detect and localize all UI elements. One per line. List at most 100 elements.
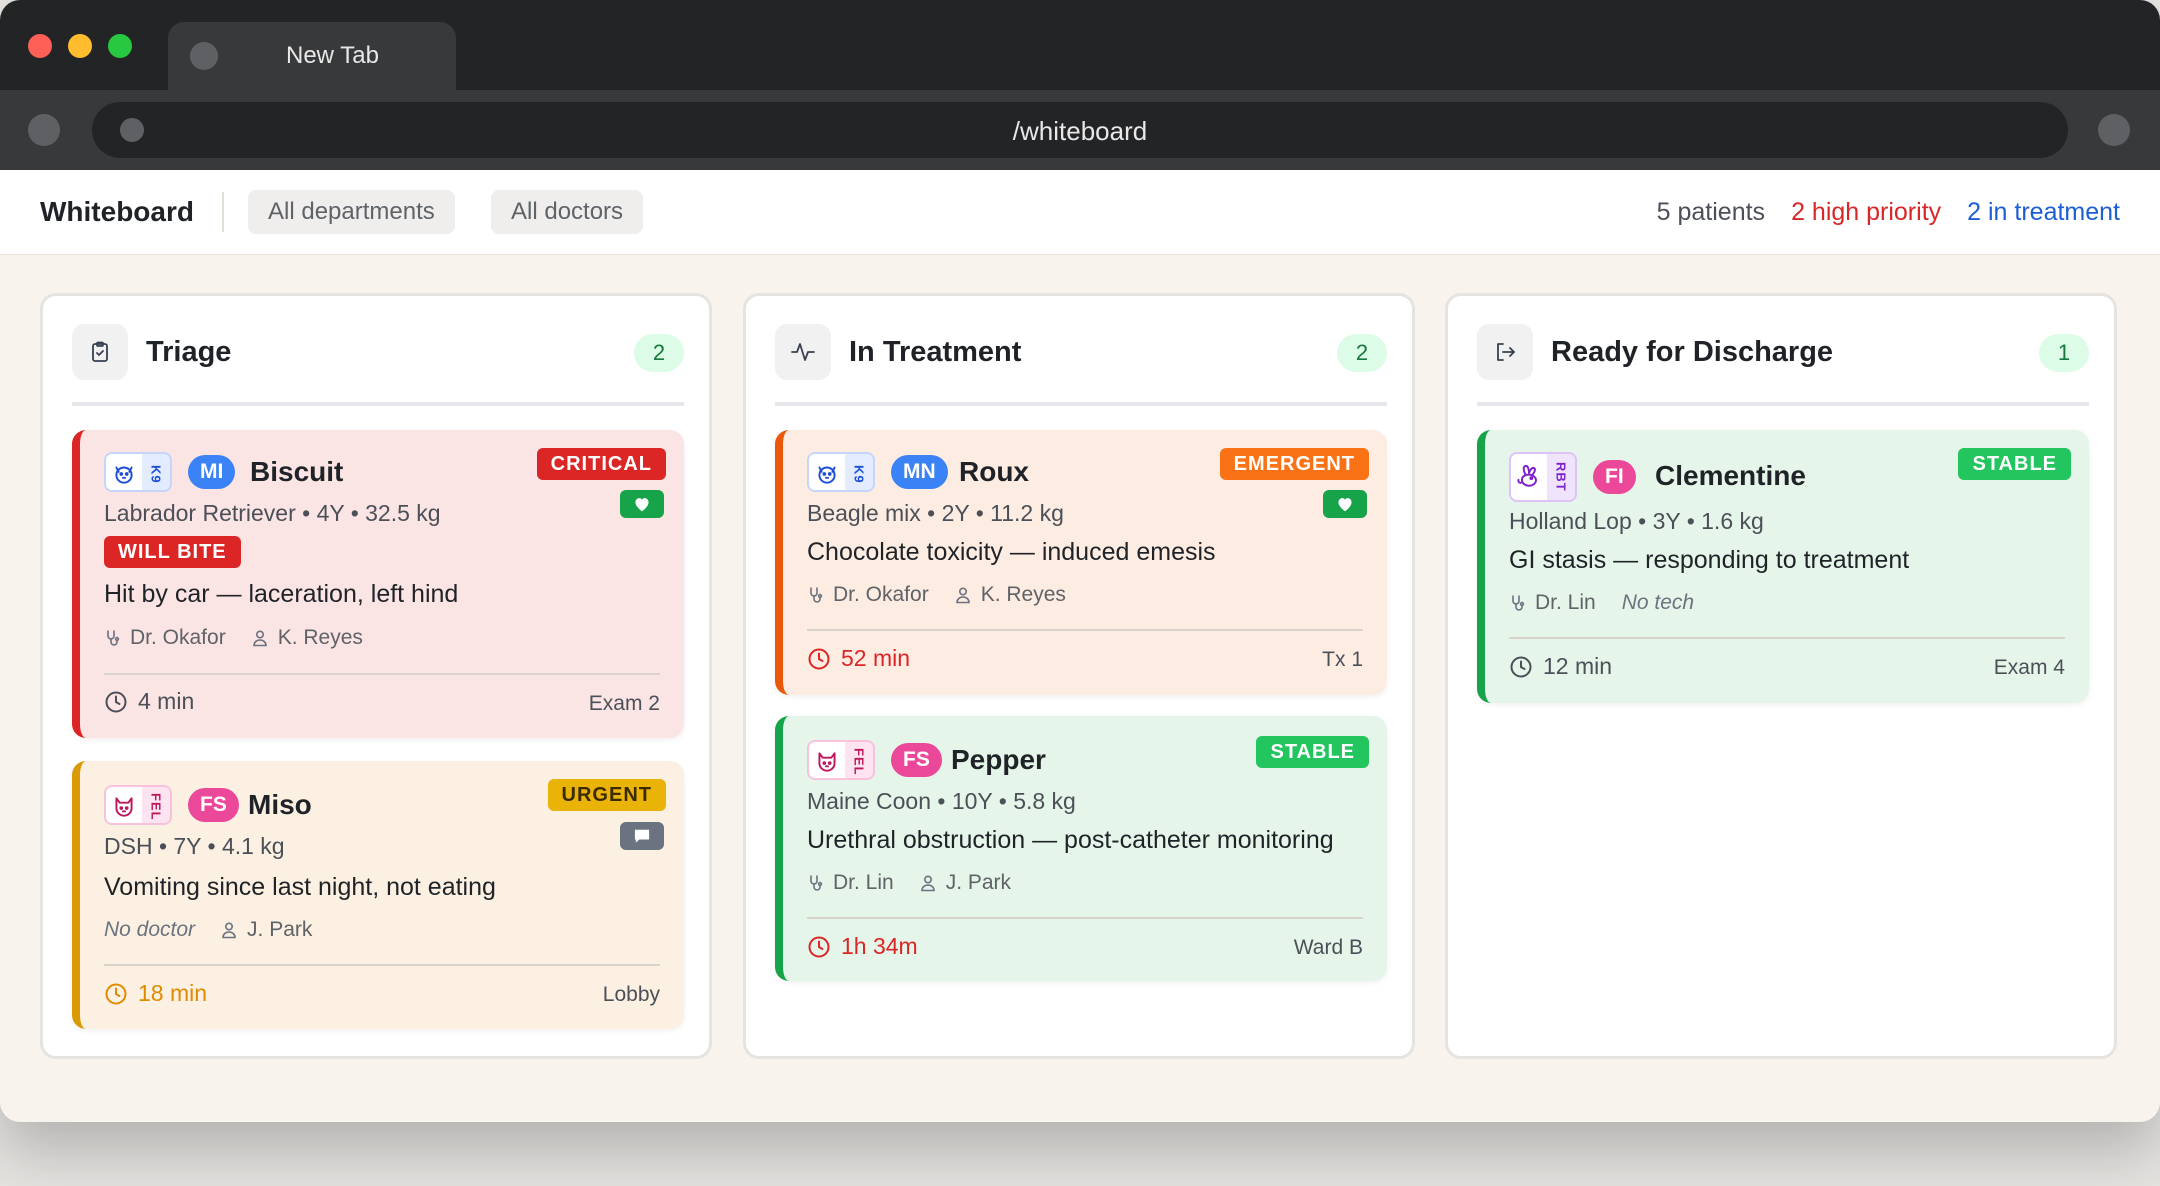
patient-details: Labrador Retriever • 4Y • 32.5 kg	[104, 500, 441, 526]
browser-window: New Tab /whiteboard Whiteboard All depar…	[0, 0, 2160, 1122]
tech-name[interactable]: J. Park	[946, 871, 1011, 895]
url-bar[interactable]: /whiteboard	[92, 102, 2068, 158]
maximize-window-button[interactable]	[108, 34, 132, 58]
patient-details: Maine Coon • 10Y • 5.8 kg	[807, 788, 1076, 814]
close-window-button[interactable]	[28, 34, 52, 58]
location-label: Lobby	[602, 983, 660, 1006]
person-icon	[920, 874, 938, 892]
dog-icon	[106, 454, 142, 490]
title-bar: New Tab	[0, 0, 2160, 92]
species-chip: K9	[104, 452, 172, 492]
tech-name[interactable]: K. Reyes	[981, 583, 1066, 607]
clock-icon	[104, 690, 128, 714]
patient-name[interactable]: Pepper	[951, 744, 1046, 776]
location-label: Ward B	[1293, 936, 1363, 959]
tech-name[interactable]: K. Reyes	[278, 626, 363, 650]
staff-row: Dr. Okafor K. Reyes	[807, 583, 1066, 607]
column-count-badge: 2	[634, 334, 684, 372]
patient-card-biscuit[interactable]: K9 MI Biscuit CRITICAL Labrador Retrieve…	[72, 430, 684, 738]
elapsed-time-value: 12 min	[1543, 653, 1613, 679]
column-in-treatment: In Treatment 2 K9 MN Roux EMERGENT Beagl…	[743, 293, 1415, 1059]
column-count-badge: 1	[2039, 334, 2089, 372]
card-divider	[104, 673, 660, 675]
presenting-complaint: Chocolate toxicity — induced emesis	[807, 538, 1216, 566]
elapsed-time-value: 52 min	[841, 645, 911, 671]
elapsed-time: 1h 34m	[807, 933, 918, 960]
clock-icon	[807, 647, 831, 671]
patient-name[interactable]: Roux	[959, 456, 1029, 488]
behavior-warning-tag: WILL BITE	[104, 536, 241, 568]
stethoscope-icon	[807, 586, 825, 604]
browser-menu-button[interactable]	[2098, 114, 2130, 146]
patient-count: 5 patients	[1656, 198, 1766, 226]
species-chip: RBT	[1509, 452, 1577, 502]
heart-icon[interactable]	[1323, 490, 1367, 518]
tab-favicon-icon	[190, 42, 218, 70]
elapsed-time: 4 min	[104, 688, 194, 715]
column-header: Ready for Discharge 1	[1477, 324, 2089, 406]
elapsed-time: 18 min	[104, 980, 207, 1007]
card-divider	[807, 917, 1363, 919]
message-icon[interactable]	[620, 822, 664, 850]
doctor-name[interactable]: Dr. Lin	[833, 871, 894, 895]
owner-initials: MN	[891, 455, 948, 489]
doctor-name[interactable]: No doctor	[104, 918, 195, 942]
column-header: In Treatment 2	[775, 324, 1387, 406]
card-divider	[1509, 637, 2065, 639]
presenting-complaint: Hit by car — laceration, left hind	[104, 580, 459, 608]
patient-card-clementine[interactable]: RBT FI Clementine STABLE Holland Lop • 3…	[1477, 430, 2089, 703]
location-label: Exam 4	[1993, 656, 2065, 679]
doctor-filter-button[interactable]: All doctors	[491, 190, 644, 234]
patient-card-miso[interactable]: FEL FS Miso URGENT DSH • 7Y • 4.1 kg Vom…	[72, 761, 684, 1029]
staff-row: No doctor J. Park	[104, 918, 312, 942]
heart-icon[interactable]	[620, 490, 664, 518]
patient-name[interactable]: Clementine	[1655, 460, 1806, 492]
high-priority-count[interactable]: 2 high priority	[1791, 198, 1941, 227]
location-label: Tx 1	[1322, 648, 1363, 671]
species-chip: K9	[807, 452, 875, 492]
column-ready-for-discharge: Ready for Discharge 1 RBT FI Clementine …	[1445, 293, 2117, 1059]
staff-row: Dr. Lin J. Park	[807, 871, 1011, 895]
patient-card-pepper[interactable]: FEL FS Pepper STABLE Maine Coon • 10Y • …	[775, 716, 1387, 981]
card-divider	[104, 964, 660, 966]
priority-badge: STABLE	[1958, 448, 2071, 480]
column-header: Triage 2	[72, 324, 684, 406]
species-code: FEL	[148, 793, 164, 821]
staff-row: Dr. Lin No tech	[1509, 591, 1694, 615]
tech-name[interactable]: J. Park	[247, 918, 312, 942]
clock-icon	[104, 982, 128, 1006]
priority-badge: CRITICAL	[536, 448, 666, 480]
doctor-name[interactable]: Dr. Okafor	[833, 583, 929, 607]
elapsed-time-value: 1h 34m	[841, 933, 918, 959]
tab-title: New Tab	[286, 42, 379, 69]
elapsed-time-value: 18 min	[138, 980, 208, 1006]
department-filter-button[interactable]: All departments	[248, 190, 455, 234]
person-icon	[955, 586, 973, 604]
priority-badge: EMERGENT	[1219, 448, 1369, 480]
in-treatment-count[interactable]: 2 in treatment	[1967, 198, 2120, 227]
stethoscope-icon	[807, 874, 825, 892]
browser-tab[interactable]: New Tab	[168, 22, 456, 92]
back-button[interactable]	[28, 114, 60, 146]
address-bar-row: /whiteboard	[0, 90, 2160, 170]
species-code: K9	[148, 464, 164, 484]
patient-name[interactable]: Biscuit	[250, 456, 343, 488]
tech-name[interactable]: No tech	[1622, 591, 1694, 615]
species-code: RBT	[1553, 462, 1569, 492]
patient-name[interactable]: Miso	[248, 789, 312, 821]
presenting-complaint: Urethral obstruction — post-catheter mon…	[807, 826, 1334, 854]
dog-icon	[809, 454, 845, 490]
column-triage: Triage 2 K9 MI Biscuit CRITICAL Labrador…	[40, 293, 712, 1059]
minimize-window-button[interactable]	[68, 34, 92, 58]
elapsed-time: 52 min	[807, 645, 910, 672]
doctor-name[interactable]: Dr. Lin	[1535, 591, 1596, 615]
column-title: Triage	[146, 336, 232, 368]
clock-icon	[1509, 655, 1533, 679]
person-icon	[252, 629, 270, 647]
clock-icon	[807, 935, 831, 959]
patient-card-roux[interactable]: K9 MN Roux EMERGENT Beagle mix • 2Y • 11…	[775, 430, 1387, 695]
patient-details: Holland Lop • 3Y • 1.6 kg	[1509, 508, 1764, 534]
clipboard-check-icon	[72, 324, 128, 380]
doctor-name[interactable]: Dr. Okafor	[130, 626, 226, 650]
owner-initials: FI	[1593, 460, 1636, 494]
